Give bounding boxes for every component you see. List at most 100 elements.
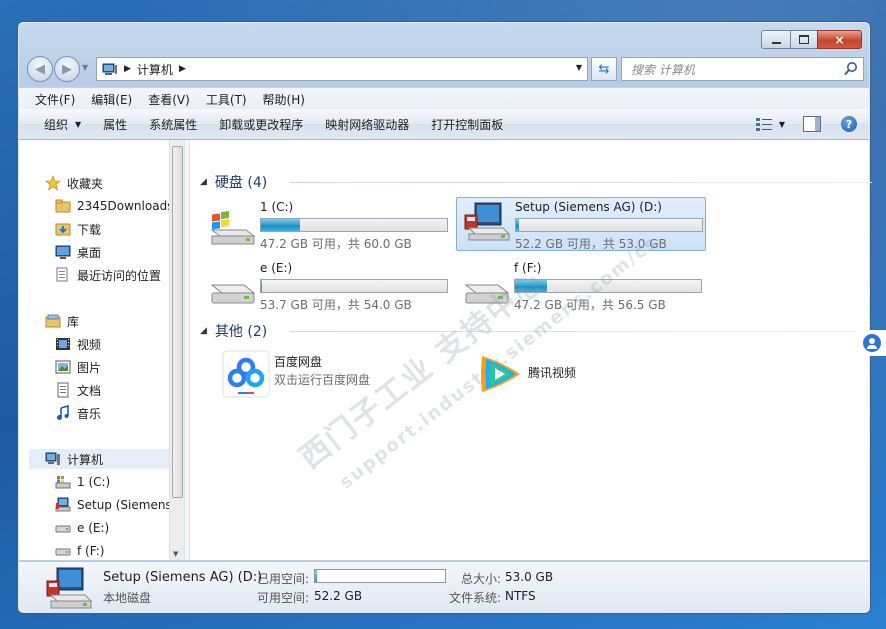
search-icon[interactable] [843,61,859,77]
drive-usage-fill [261,280,263,292]
nav-item-label: Setup (Siemens [77,498,172,512]
nav-item-drive-d[interactable]: Setup (Siemens [55,495,172,515]
map-network-drive-button[interactable]: 映射网络驱动器 [314,116,420,133]
nav-libraries[interactable]: 库 [45,311,79,331]
menu-tools[interactable]: 工具(T) [198,91,255,108]
group-divider [290,331,872,332]
back-button[interactable]: ◀ [27,56,53,82]
nav-item-label: 文档 [77,383,102,398]
scroll-down-icon[interactable]: ▼ [173,550,178,558]
nav-libraries-label: 库 [67,314,80,329]
drive-free-space: 47.2 GB 可用，共 60.0 GB [260,237,412,251]
group-header-hard-disks[interactable]: ◢ 硬盘 (4) [200,172,267,192]
nav-item-desktop[interactable]: 桌面 [55,242,101,262]
open-control-panel-button[interactable]: 打开控制面板 [420,116,514,133]
windows-drive-icon [210,211,256,245]
group-title: 硬盘 (4) [214,175,268,191]
help-icon[interactable]: ? [841,116,857,132]
breadcrumb-separator-icon[interactable]: ▶ [124,64,131,74]
drive-e-tile[interactable]: e (E:) 53.7 GB 可用，共 54.0 GB [202,259,450,312]
menu-file[interactable]: 文件(F) [27,91,83,108]
forward-button[interactable]: ▶ [54,56,80,82]
setup-drive-icon [55,497,71,512]
menu-edit[interactable]: 编辑(E) [83,91,140,108]
close-button[interactable]: × [817,30,862,49]
breadcrumb-separator-icon[interactable]: ▶ [179,64,186,74]
nav-item-drive-e[interactable]: e (E:) [55,518,109,538]
uninstall-program-button[interactable]: 卸载或更改程序 [208,116,314,133]
preview-pane-icon[interactable] [803,116,821,132]
nav-item-label: 视频 [77,337,102,352]
view-options-dropdown-icon[interactable]: ▼ [779,120,785,129]
nav-computer[interactable]: 计算机 [29,449,184,469]
drive-usage-fill [516,219,519,231]
drive-usage-fill [261,219,301,231]
details-filesystem-label: 文件系统: [449,591,502,605]
command-bar: 组织 ▼ 属性 系统属性 卸载或更改程序 映射网络驱动器 打开控制面板 ▼ ? [19,109,869,140]
nav-item-downloads[interactable]: 下载 [55,219,101,239]
minimize-button[interactable] [761,30,791,49]
details-filesystem-value: NTFS [505,589,536,603]
recent-pages-dropdown[interactable]: ▼ [82,63,88,72]
nav-item-label: 下载 [77,222,102,237]
navigation-pane: 收藏夹 2345Downloads 下载 桌面 最近访问的位置 库 视频 图片 … [19,140,184,560]
address-bar[interactable]: ▶ 计算机 ▶ ▼ [96,57,588,81]
menu-help[interactable]: 帮助(H) [255,91,313,108]
collapse-chevron-icon[interactable]: ◢ [200,326,207,336]
nav-item-label: f (F:) [77,544,105,558]
music-icon [57,405,69,420]
organize-label: 组织 [44,117,69,132]
documents-icon [57,382,69,398]
change-view-icon[interactable] [755,116,775,132]
drive-free-space: 47.2 GB 可用，共 56.5 GB [514,298,666,312]
nav-item-label: 1 (C:) [77,475,111,489]
drive-free-space: 53.7 GB 可用，共 54.0 GB [260,298,412,312]
nav-item-documents[interactable]: 文档 [55,380,101,400]
nav-item-recent-places[interactable]: 最近访问的位置 [55,265,161,285]
nav-item-2345downloads[interactable]: 2345Downloads [55,196,173,216]
organize-button[interactable]: 组织 ▼ [33,116,92,133]
breadcrumb-computer[interactable]: 计算机 [137,61,173,78]
drive-d-tile[interactable]: Setup (Siemens AG) (D:) 52.2 GB 可用，共 53.… [456,197,706,251]
nav-item-drive-c[interactable]: 1 (C:) [55,472,110,492]
hard-drive-icon [210,284,256,304]
collapse-chevron-icon[interactable]: ◢ [200,177,207,187]
drive-usage-fill [515,280,547,292]
search-input[interactable]: 搜索 计算机 [631,61,843,78]
app-name: 腾讯视频 [528,366,577,380]
group-header-other[interactable]: ◢ 其他 (2) [200,321,267,341]
maximize-button[interactable] [791,30,817,49]
user-avatar-icon[interactable] [857,330,886,356]
map-network-drive-label: 映射网络驱动器 [325,117,410,132]
details-usage-bar [314,569,446,583]
group-title: 其他 (2) [214,324,268,340]
recent-places-icon [56,267,68,282]
nav-item-music[interactable]: 音乐 [55,403,101,423]
menu-view[interactable]: 查看(V) [140,91,198,108]
explorer-window: × ◀ ▶ ▼ ▶ 计算机 ▶ ▼ ⇆ 搜索 计算机 文件(F) 编辑(E) 查… [17,21,872,614]
nav-item-drive-f[interactable]: f (F:) [55,541,104,560]
refresh-icon: ⇆ [598,61,610,77]
details-pane: Setup (Siemens AG) (D:) 本地磁盘 已用空间: 可用空间:… [19,561,869,613]
nav-item-pictures[interactable]: 图片 [55,357,101,377]
scrollbar-thumb[interactable] [172,146,183,498]
pictures-icon [55,360,71,374]
baidu-netdisk-tile[interactable]: 百度网盘 双击运行百度网盘 [222,350,422,398]
drive-f-tile[interactable]: f (F:) 47.2 GB 可用，共 56.5 GB [456,259,704,312]
navigation-scrollbar[interactable]: ▼ [169,140,184,560]
nav-favorites[interactable]: 收藏夹 [45,173,103,193]
properties-label: 属性 [103,117,128,132]
tencent-video-tile[interactable]: 腾讯视频 [476,350,676,398]
properties-button[interactable]: 属性 [92,116,138,133]
chevron-down-icon: ▼ [75,119,82,129]
refresh-button[interactable]: ⇆ [591,57,617,81]
search-box[interactable]: 搜索 计算机 [621,57,864,81]
drive-c-tile[interactable]: 1 (C:) 47.2 GB 可用，共 60.0 GB [202,198,450,251]
nav-item-videos[interactable]: 视频 [55,334,101,354]
drive-usage-bar [260,279,448,293]
address-dropdown-icon[interactable]: ▼ [576,63,582,72]
system-properties-label: 系统属性 [149,117,198,132]
system-properties-button[interactable]: 系统属性 [138,116,208,133]
forward-arrow-icon: ▶ [62,61,72,77]
drive-name: e (E:) [260,261,293,275]
